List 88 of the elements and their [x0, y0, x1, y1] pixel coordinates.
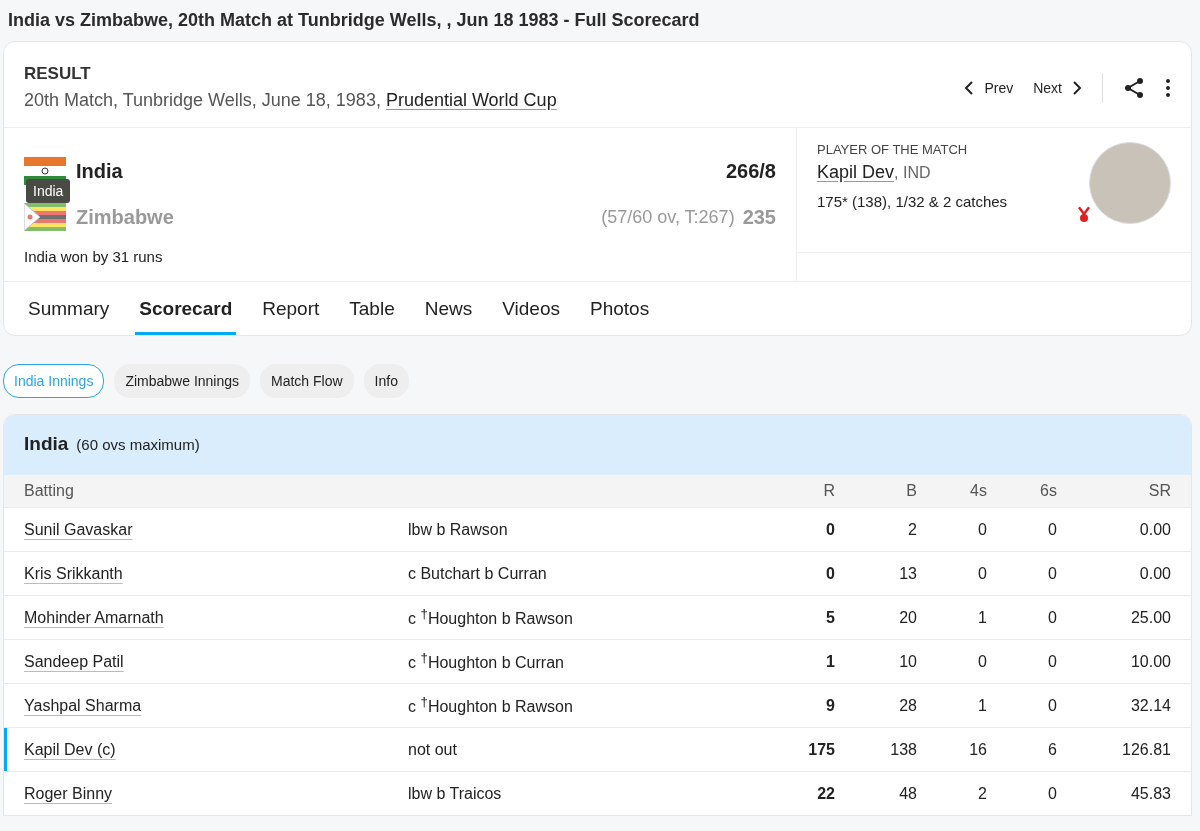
flag-icon — [24, 203, 66, 231]
balls-cell-text: 48 — [898, 784, 917, 803]
dismissal-cell-text: c $^{†}$Houghton b Rawson — [408, 694, 574, 717]
innings-note: (60 ovs maximum) — [76, 436, 200, 453]
column-header: SR — [1147, 482, 1171, 500]
share-icon[interactable] — [1123, 76, 1145, 99]
innings-pill[interactable]: Match Flow — [260, 364, 354, 398]
team-score: 266/8 — [725, 159, 776, 183]
page-title: India vs Zimbabwe, 20th Match at Tunbridge Wells, , Jun 18 1983 - Full Scorecard — [7, 9, 701, 32]
dismissal-cell-text: c $^{†}$Houghton b Rawson — [408, 606, 574, 629]
runs-cell-text: 0 — [825, 520, 835, 539]
tab[interactable]: Table — [345, 282, 399, 335]
dismissal-cell-text: not out — [408, 740, 458, 759]
strike-rate-cell-text: 126.81 — [1121, 740, 1171, 759]
runs-cell-text: 0 — [825, 564, 835, 583]
match-details: 20th Match, Tunbridge Wells, June 18, 1983, — [24, 90, 382, 110]
balls-cell-text: 20 — [898, 608, 917, 627]
dismissal-cell-text: lbw b Rawson — [408, 520, 509, 539]
tab[interactable]: News — [420, 282, 477, 335]
sixes-cell-text: 0 — [1047, 608, 1057, 627]
next-button[interactable]: Next — [1033, 79, 1082, 96]
strike-rate-cell-text: 25.00 — [1129, 608, 1171, 627]
runs-cell-text: 1 — [825, 652, 835, 671]
column-header: Batting — [24, 482, 75, 500]
balls-cell-text: 138 — [889, 740, 917, 759]
strike-rate-cell-text: 45.83 — [1129, 784, 1171, 803]
tab[interactable]: Summary — [24, 282, 114, 335]
overs-target: (57/60 ov, T:267) — [601, 206, 735, 228]
column-header: 6s — [1039, 482, 1057, 500]
innings-pill[interactable]: Zimbabwe Innings — [114, 364, 251, 398]
sixes-cell-text: 0 — [1047, 564, 1057, 583]
column-header: B — [905, 482, 917, 500]
balls-cell-text: 10 — [898, 652, 917, 671]
sixes-cell-text: 0 — [1047, 652, 1057, 671]
player-stats: 175* (138), 1/32 & 2 catches — [817, 193, 1008, 210]
player-team: , IND — [894, 164, 931, 181]
batter-link[interactable]: Sunil Gavaskar — [24, 520, 133, 538]
tab[interactable]: Photos — [586, 282, 654, 335]
fours-cell-text: 2 — [977, 784, 987, 803]
balls-cell-text: 28 — [898, 696, 917, 715]
strike-rate-cell-text: 32.14 — [1129, 696, 1171, 715]
fours-cell-text: 0 — [977, 564, 987, 583]
batter-link[interactable]: Sandeep Patil — [24, 652, 124, 670]
balls-cell-text: 13 — [898, 564, 917, 583]
sixes-cell-text: 0 — [1047, 520, 1057, 539]
fours-cell-text: 0 — [977, 520, 987, 539]
match-result: India won by 31 runs — [24, 248, 164, 265]
tab[interactable]: Scorecard — [135, 282, 237, 335]
column-header: 4s — [969, 482, 987, 500]
player-link[interactable]: Kapil Dev — [817, 162, 895, 182]
tab[interactable]: Videos — [498, 282, 564, 335]
runs-cell-text: 22 — [816, 784, 835, 803]
chevron-left-icon — [964, 80, 975, 95]
fours-cell-text: 0 — [977, 652, 987, 671]
column-header: R — [822, 482, 835, 500]
innings-team: India — [24, 433, 69, 455]
innings-pill[interactable]: Info — [363, 364, 409, 398]
team-score: 235 — [742, 205, 776, 229]
prev-button[interactable]: Prev — [964, 79, 1014, 96]
batter-link[interactable]: Kapil Dev (c) — [24, 740, 116, 758]
more-icon[interactable] — [1165, 77, 1171, 98]
tooltip: India — [26, 179, 71, 203]
match-status: RESULT — [24, 64, 92, 84]
batter-link[interactable]: Roger Binny — [24, 784, 113, 802]
series-link[interactable]: Prudential World Cup — [385, 90, 557, 110]
sixes-cell-text: 6 — [1047, 740, 1057, 759]
dismissal-cell-text: lbw b Traicos — [408, 784, 503, 803]
dismissal-cell-text: c Butchart b Curran — [408, 564, 548, 583]
batter-link[interactable]: Mohinder Amarnath — [24, 608, 164, 626]
fours-cell-text: 16 — [968, 740, 987, 759]
runs-cell-text: 175 — [807, 740, 835, 759]
chevron-right-icon — [1072, 80, 1082, 95]
batter-link[interactable]: Yashpal Sharma — [24, 696, 142, 714]
strike-rate-cell-text: 0.00 — [1138, 520, 1171, 539]
fours-cell-text: 1 — [977, 608, 987, 627]
strike-rate-cell-text: 0.00 — [1138, 564, 1171, 583]
balls-cell-text: 2 — [907, 520, 917, 539]
sixes-cell-text: 0 — [1047, 696, 1057, 715]
sixes-cell-text: 0 — [1047, 784, 1057, 803]
tab[interactable]: Report — [258, 282, 324, 335]
fours-cell-text: 1 — [977, 696, 987, 715]
runs-cell-text: 9 — [825, 696, 835, 715]
runs-cell-text: 5 — [825, 608, 835, 627]
strike-rate-cell-text: 10.00 — [1129, 652, 1171, 671]
dismissal-cell-text: c $^{†}$Houghton b Curran — [408, 650, 565, 673]
batter-link[interactable]: Kris Srikkanth — [24, 564, 123, 582]
team-name[interactable]: India — [76, 159, 123, 183]
potm-label: PLAYER OF THE MATCH — [817, 142, 969, 157]
